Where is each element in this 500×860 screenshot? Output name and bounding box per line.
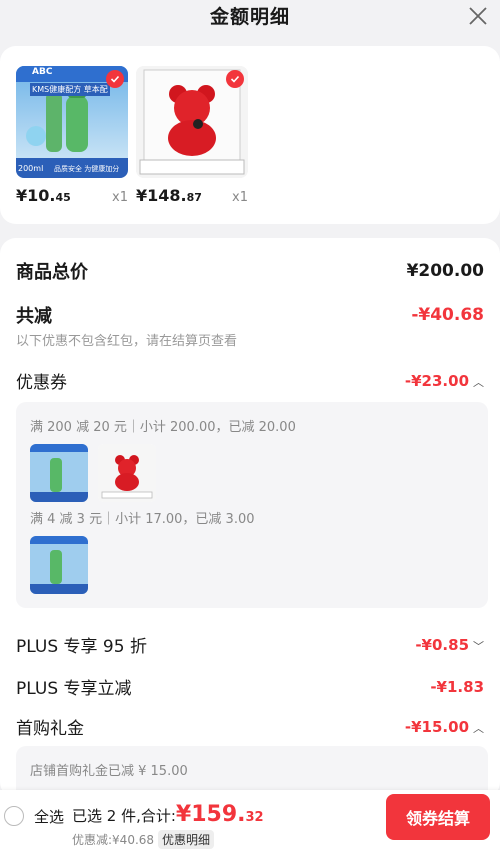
plus-instant-label: PLUS 专享立减 [16, 679, 132, 699]
close-icon[interactable] [466, 4, 490, 28]
checkout-bar: 全选 已选 2 件,合计:¥159.32 优惠减:¥40.68 优惠明细 领券结算 [0, 790, 500, 860]
coupon-product-thumb-shampoo [30, 444, 88, 502]
first-gift-value: -¥15.00 [404, 718, 469, 736]
checkmark-icon[interactable] [106, 70, 124, 88]
coupon-value: -¥23.00 [404, 372, 469, 390]
product-price: ¥10.45 [16, 186, 71, 205]
reduce-note: 以下优惠不包含红包，请在结算页查看 [16, 334, 238, 349]
brand-text: ABC [32, 67, 53, 77]
discount-summary: 优惠减:¥40.68 优惠明细 [72, 830, 215, 849]
product-qty: x1 [112, 190, 128, 205]
total-label: 商品总价 [16, 262, 88, 283]
reduce-row: 共减 -¥40.68 [16, 302, 484, 328]
coupon-detail-box: 满 200 减 20 元｜小计 200.00，已减 20.00 满 4 减 3 … [16, 402, 488, 608]
chevron-down-icon[interactable]: ﹀ [473, 638, 484, 654]
checkmark-icon[interactable] [226, 70, 244, 88]
selected-summary: 已选 2 件,合计:¥159.32 [72, 802, 264, 827]
reduce-label: 共减 [16, 306, 52, 327]
discount-detail-button[interactable]: 优惠明细 [158, 830, 215, 849]
total-amount: ¥159.32 [175, 802, 264, 827]
select-all-label[interactable]: 全选 [34, 806, 64, 827]
chevron-up-icon[interactable]: ︿ [473, 720, 484, 736]
coupon-product-thumb-rose-bear [98, 444, 156, 502]
coupon-line: 满 4 减 3 元｜小计 17.00，已减 3.00 [30, 512, 255, 527]
product-footer-text: 品质安全 为健康加分 [54, 165, 120, 173]
product-size-text: 200ml [18, 164, 44, 173]
coupon-line: 满 200 减 20 元｜小计 200.00，已减 20.00 [30, 420, 296, 435]
plus95-row[interactable]: PLUS 专享 95 折 -¥0.85 ﹀ [16, 632, 484, 657]
coupon-label: 优惠券 [16, 373, 67, 393]
page-title: 金额明细 [209, 6, 290, 28]
first-gift-note: 店铺首购礼金已减 ¥ 15.00 [30, 764, 188, 779]
chevron-up-icon[interactable]: ︿ [473, 374, 484, 390]
product-image-rose-bear [136, 66, 248, 178]
first-gift-label: 首购礼金 [16, 719, 84, 739]
plus-instant-row: PLUS 专享立减 -¥1.83 [16, 674, 484, 700]
reduce-value: -¥40.68 [411, 305, 484, 325]
select-all-radio[interactable] [4, 806, 24, 826]
product-image-shampoo: ABC KMS健康配方 草本配 200ml 品质安全 为健康加分 [16, 66, 128, 178]
total-row: 商品总价 ¥200.00 [16, 258, 484, 284]
discount-text: 优惠减:¥40.68 [72, 833, 155, 847]
selected-count: 已选 2 件,合计: [72, 807, 176, 825]
first-gift-row[interactable]: 首购礼金 -¥15.00 ︿ [16, 714, 484, 739]
plus-instant-value: -¥1.83 [430, 677, 484, 696]
coupon-row[interactable]: 优惠券 -¥23.00 ︿ [16, 368, 484, 393]
product-item[interactable]: ¥148.87 x1 [136, 66, 248, 205]
product-price: ¥148.87 [136, 186, 202, 205]
checkout-button[interactable]: 领券结算 [386, 794, 490, 840]
total-value: ¥200.00 [406, 261, 484, 281]
header: 金额明细 [0, 0, 500, 38]
price-detail-card: 商品总价 ¥200.00 共减 -¥40.68 以下优惠不包含红包，请在结算页查… [0, 238, 500, 798]
product-card: ABC KMS健康配方 草本配 200ml 品质安全 为健康加分 ¥10.45 … [0, 46, 500, 224]
product-image-text: KMS健康配方 草本配 [30, 83, 110, 96]
product-item[interactable]: ABC KMS健康配方 草本配 200ml 品质安全 为健康加分 ¥10.45 … [16, 66, 128, 205]
product-qty: x1 [232, 190, 248, 205]
plus95-label: PLUS 专享 95 折 [16, 637, 147, 657]
plus95-value: -¥0.85 [415, 636, 469, 654]
coupon-product-thumb-shampoo [30, 536, 88, 594]
